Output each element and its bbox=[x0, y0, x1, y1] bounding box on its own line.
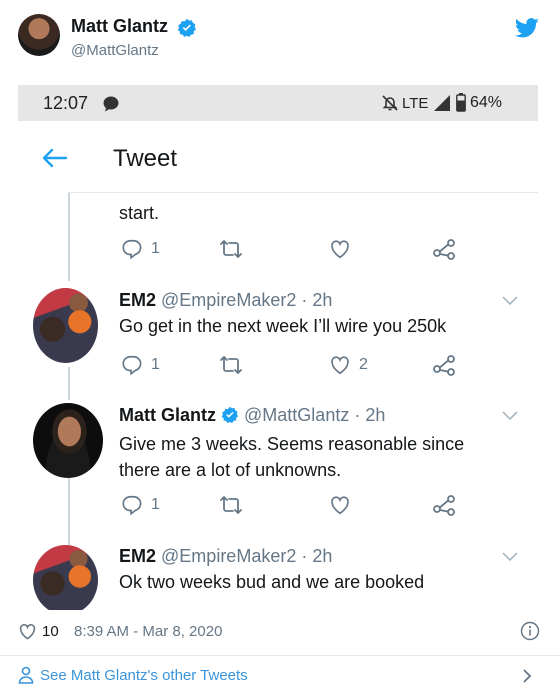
reply-count: 1 bbox=[151, 356, 160, 373]
chevron-down-icon[interactable] bbox=[501, 551, 519, 563]
tweet-text: Ok two weeks bud and we are booked bbox=[119, 572, 425, 592]
like-button[interactable]: 2 bbox=[329, 354, 368, 376]
like-count: 2 bbox=[359, 356, 368, 373]
em2-avatar[interactable] bbox=[33, 288, 98, 363]
tweet-author-handle[interactable]: @MattGlantz bbox=[244, 405, 349, 425]
tweet-time[interactable]: · 2h bbox=[301, 546, 332, 566]
embed-like-button[interactable]: 10 bbox=[18, 622, 59, 641]
reply-button[interactable]: 1 bbox=[121, 354, 160, 376]
back-arrow-icon[interactable] bbox=[42, 148, 68, 168]
message-bubble-icon bbox=[102, 95, 120, 113]
battery-icon bbox=[456, 93, 466, 112]
heart-icon bbox=[331, 356, 349, 375]
share-button[interactable] bbox=[432, 354, 456, 376]
heart-icon bbox=[331, 240, 349, 259]
matt-glantz-avatar[interactable] bbox=[33, 403, 103, 478]
tweet-author-name[interactable]: Matt Glantz bbox=[119, 405, 216, 425]
tweet-time[interactable]: · 2h bbox=[354, 405, 385, 425]
tweet-header: EM2 @EmpireMaker2 · 2h bbox=[119, 290, 332, 311]
like-button[interactable] bbox=[329, 238, 351, 260]
thread-line bbox=[68, 367, 70, 400]
retweet-icon bbox=[220, 496, 242, 514]
phone-screenshot: 12:07 LTE 64% Tweet start. 1 EM2 @Empire… bbox=[18, 85, 538, 610]
verified-icon bbox=[221, 406, 239, 424]
status-bar: 12:07 LTE 64% bbox=[18, 85, 538, 121]
share-button[interactable] bbox=[432, 238, 456, 260]
reply-button[interactable]: 1 bbox=[121, 494, 160, 516]
status-time: 12:07 bbox=[43, 93, 89, 113]
person-icon bbox=[18, 666, 34, 684]
tweet-time[interactable]: · 2h bbox=[301, 290, 332, 310]
author-name[interactable]: Matt Glantz bbox=[71, 16, 168, 37]
other-tweets-link[interactable]: See Matt Glantz's other Tweets bbox=[18, 666, 248, 684]
share-icon bbox=[433, 239, 455, 260]
chevron-down-icon[interactable] bbox=[501, 410, 519, 422]
battery-percent: 64% bbox=[470, 94, 503, 111]
tweet-text: start. bbox=[119, 203, 160, 223]
em2-avatar[interactable] bbox=[33, 545, 98, 610]
info-icon[interactable] bbox=[520, 621, 540, 641]
header-divider bbox=[68, 192, 538, 193]
verified-icon bbox=[177, 18, 197, 38]
tweet-author-handle[interactable]: @EmpireMaker2 bbox=[161, 290, 296, 310]
mute-bell-icon bbox=[381, 94, 399, 112]
tweet-header: EM2 @EmpireMaker2 · 2h bbox=[119, 546, 332, 567]
header-title: Tweet bbox=[113, 145, 178, 172]
tweet-author-name[interactable]: EM2 bbox=[119, 290, 156, 310]
thread-line bbox=[68, 478, 70, 545]
retweet-button[interactable] bbox=[219, 354, 243, 376]
heart-icon bbox=[19, 623, 36, 640]
reply-icon bbox=[122, 495, 142, 516]
heart-icon bbox=[331, 496, 349, 515]
chevron-down-icon[interactable] bbox=[501, 295, 519, 307]
retweet-button[interactable] bbox=[219, 494, 243, 516]
share-icon bbox=[433, 355, 455, 376]
tweet-header: Matt Glantz @MattGlantz · 2h bbox=[119, 405, 385, 426]
author-handle[interactable]: @MattGlantz bbox=[71, 42, 159, 59]
share-icon bbox=[433, 495, 455, 516]
share-button[interactable] bbox=[432, 494, 456, 516]
reply-icon bbox=[122, 239, 142, 260]
reply-count: 1 bbox=[151, 240, 160, 257]
tweet-text: Give me 3 weeks. Seems reasonable since … bbox=[119, 434, 465, 480]
network-type: LTE bbox=[402, 95, 429, 112]
thread-line bbox=[68, 193, 70, 281]
footer-divider bbox=[0, 655, 560, 656]
twitter-bird-icon[interactable] bbox=[515, 18, 539, 38]
author-avatar[interactable] bbox=[18, 14, 60, 56]
chevron-right-icon[interactable] bbox=[522, 668, 532, 684]
tweet-text: Go get in the next week I’ll wire you 25… bbox=[119, 316, 447, 336]
reply-count: 1 bbox=[151, 496, 160, 513]
tweet-author-name[interactable]: EM2 bbox=[119, 546, 156, 566]
retweet-icon bbox=[220, 356, 242, 374]
reply-icon bbox=[122, 355, 142, 376]
retweet-button[interactable] bbox=[219, 238, 243, 260]
retweet-icon bbox=[220, 240, 242, 258]
reply-button[interactable]: 1 bbox=[121, 238, 160, 260]
like-button[interactable] bbox=[329, 494, 351, 516]
embed-like-count: 10 bbox=[42, 623, 59, 640]
other-tweets-label: See Matt Glantz's other Tweets bbox=[40, 666, 248, 684]
signal-icon bbox=[433, 94, 451, 112]
tweet-timestamp[interactable]: 8:39 AM - Mar 8, 2020 bbox=[74, 623, 222, 640]
tweet-author-handle[interactable]: @EmpireMaker2 bbox=[161, 546, 296, 566]
